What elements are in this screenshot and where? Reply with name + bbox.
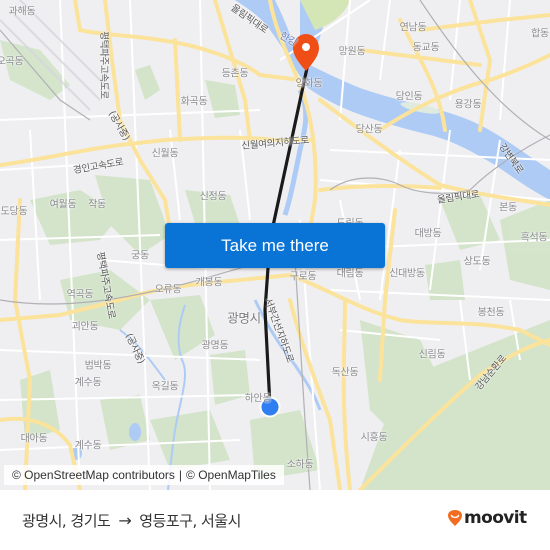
map-label-yanghwa: 양화동 (295, 78, 323, 90)
route-title: 광명시, 경기도 → 영등포구, 서울시 (22, 510, 241, 531)
osm-attribution-link[interactable]: © OpenStreetMap contributors (12, 468, 175, 482)
map-label-yeowol: 여월동 (49, 199, 77, 211)
map-label-sinwol: 신월동 (151, 148, 179, 160)
map-label-hapdong: 합동 (531, 28, 549, 40)
moovit-pin-icon (448, 510, 462, 526)
map-label-gyesu1: 계수동 (74, 377, 102, 389)
map-label-beombak: 범박동 (84, 360, 112, 372)
map-label-doksan: 독산동 (331, 367, 359, 379)
map-label-heukseok: 흑석동 (520, 232, 548, 244)
map-label-deungchon: 등촌동 (221, 68, 249, 80)
map-label-daea: 대아동 (20, 433, 48, 445)
map-label-yeokgok: 역곡동 (66, 289, 94, 301)
map-label-donggyo: 동교동 (412, 42, 440, 54)
map-label-yeonnam: 연남동 (399, 22, 427, 34)
map-label-gaebong: 개봉동 (195, 277, 223, 289)
take-me-there-button[interactable]: Take me there (165, 223, 385, 268)
map-label-ogok: 오곡동 (0, 56, 24, 68)
map-label-bon: 본동 (499, 202, 517, 214)
map-label-haan: 하안동 (244, 393, 272, 405)
map-label-sangdo: 상도동 (463, 256, 491, 268)
map-label-dangsan: 당산동 (355, 124, 383, 136)
map-label-sindaebang: 신대방동 (389, 268, 425, 280)
map-label-gwangmyeongsi: 광명시 (227, 310, 261, 326)
map-label-dangin: 당인동 (395, 91, 423, 103)
footer: 광명시, 경기도 → 영등포구, 서울시 moovit (0, 490, 550, 550)
map-label-sillim: 신림동 (418, 349, 446, 361)
map[interactable]: 과해동오곡동등촌동화곡동신월동 연남동합동망원동 동교동양화동당인동용강동당산동여월… (0, 0, 550, 490)
map-label-jak: 작동 (88, 199, 106, 211)
map-label-hwagok: 화곡동 (180, 96, 208, 108)
map-label-guro: 구로동 (289, 271, 317, 283)
map-label-yonggang: 용강동 (454, 99, 482, 111)
map-label-goean: 괴안동 (71, 321, 99, 333)
map-label-dodang: 도당동 (0, 206, 28, 218)
arrow-right-icon: → (118, 511, 132, 530)
map-label-gyesu2: 계수동 (74, 440, 102, 452)
map-label-bongcheon: 봉천동 (477, 307, 505, 319)
moovit-wordmark: moovit (464, 508, 527, 528)
openmaptiles-attribution-link[interactable]: © OpenMapTiles (186, 468, 276, 482)
map-label-gung: 궁동 (131, 250, 149, 262)
map-label-gwangmyeong: 광명동 (201, 340, 229, 352)
map-label-sinjeong: 신정동 (199, 191, 227, 203)
map-label-daebang: 대방동 (414, 228, 442, 240)
map-label-gwahae: 과해동 (8, 6, 36, 18)
map-label-sohadong: 소하동 (286, 459, 314, 471)
attribution-separator: | (178, 468, 183, 482)
moovit-logo[interactable]: moovit (447, 508, 527, 528)
map-label-pyeongtaek1: 평택파주고속도로 (98, 31, 109, 99)
origin-name: 광명시, 경기도 (22, 512, 111, 530)
map-label-okgil: 옥길동 (151, 381, 179, 393)
map-label-siheung: 시흥동 (360, 432, 388, 444)
map-label-mangwon: 망원동 (338, 46, 366, 58)
map-label-oryu: 오류동 (154, 284, 182, 296)
map-attribution: © OpenStreetMap contributors | © OpenMap… (4, 465, 284, 485)
destination-name: 영등포구, 서울시 (139, 512, 241, 530)
